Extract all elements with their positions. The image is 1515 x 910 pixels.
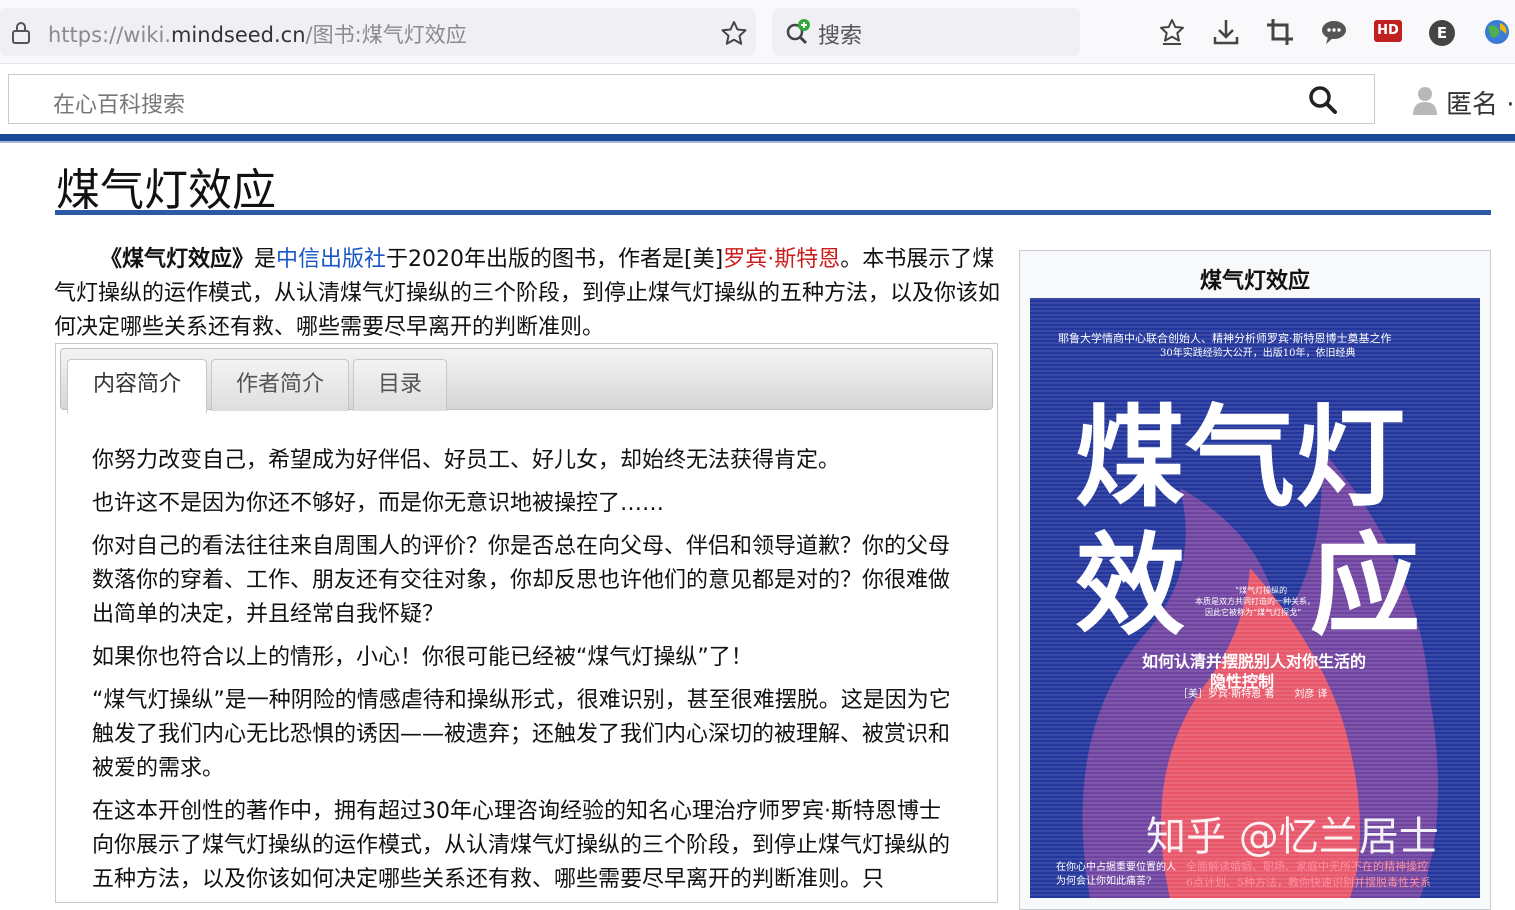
crop-icon[interactable] [1265, 17, 1295, 47]
browser-search-field[interactable]: 搜索 [772, 8, 1080, 56]
title-underline [55, 210, 1491, 215]
cover-bottom-right-1: 全面解读婚姻、职场、家庭中无所不在的精神操控 [1186, 860, 1428, 873]
wiki-search-box[interactable]: 在心百科搜索 [8, 74, 1375, 124]
globe-icon[interactable] [1482, 17, 1512, 47]
tab-content-summary[interactable]: 内容简介 [67, 359, 207, 413]
header-divider [0, 134, 1515, 141]
book-cover-image[interactable]: 耶鲁大学情商中心联合创始人、精神分析师罗宾·斯特恩博士奠基之作 30年实践经验大… [1030, 298, 1480, 898]
url-text[interactable]: https://wiki.mindseed.cn/图书:煤气灯效应 [48, 19, 467, 49]
search-icon[interactable] [1308, 85, 1338, 115]
page-title: 煤气灯效应 [56, 165, 276, 216]
cover-tagline-2: 30年实践经验大公开，出版10年，依旧经典 [1160, 348, 1356, 359]
url-domain: mindseed.cn [170, 23, 306, 47]
tab-strip: 内容简介 作者简介 目录 [60, 348, 993, 413]
intro-paragraph: 《煤气灯效应》是中信出版社于2020年出版的图书，作者是[美]罗宾·斯特恩。本书… [54, 243, 1000, 345]
book-title: 《煤气灯效应》 [100, 247, 255, 272]
extension-e-icon[interactable]: E [1429, 20, 1455, 46]
bookmark-star-icon[interactable] [720, 20, 748, 46]
tab-author-intro[interactable]: 作者简介 [211, 359, 349, 411]
cover-bottom-left-2: 为何会让你如此痛苦? [1056, 876, 1152, 887]
cover-big-title-2b: 应 [1310, 521, 1420, 650]
user-icon [1413, 87, 1437, 115]
content-paragraph: 你对自己的看法往往来自周围人的评价？你是否总在向父母、伴侣和领导道歉？你的父母数… [92, 534, 951, 627]
cover-watermark: 知乎 @忆兰居士 [1146, 814, 1439, 860]
cover-bottom-right-2: 6点计划、5种方法，教你快速识别并摆脱毒性关系 [1186, 876, 1431, 889]
wiki-search-input[interactable]: 在心百科搜索 [53, 87, 185, 119]
intro-text-1: 是 [254, 247, 277, 272]
author-link[interactable]: 罗宾·斯特恩 [723, 247, 840, 272]
chat-icon[interactable] [1319, 17, 1349, 47]
cover-big-title-2a: 效 [1075, 521, 1185, 650]
e-label: E [1436, 24, 1448, 42]
hd-icon[interactable]: HD [1374, 20, 1402, 42]
content-paragraph: “煤气灯操纵”是一种阴险的情感虐待和操纵形式，很难识别，甚至很难摆脱。这是因为它… [92, 688, 951, 781]
tab-content: 你努力改变自己，希望成为好伴侣、好员工、好儿女，却始终无法获得肯定。 也许这不是… [92, 444, 962, 906]
content-paragraph: 在这本开创性的著作中，拥有超过30年心理咨询经验的知名心理治疗师罗宾·斯特恩博士… [92, 799, 951, 892]
header-divider-shadow [0, 141, 1515, 143]
intro-text-2: 于2020年出版的图书，作者是[美] [386, 247, 724, 272]
hd-label: HD [1377, 23, 1399, 38]
cover-bottom-left-1: 在你心中占据重要位置的人 [1056, 862, 1176, 873]
browser-search-placeholder: 搜索 [818, 24, 863, 49]
content-paragraph: 也许这不是因为你还不够好，而是你无意识地被操控了…… [92, 491, 665, 516]
search-engine-icon [786, 19, 810, 45]
cover-quote-1: “煤气灯操纵的 [1235, 586, 1288, 595]
download-icon[interactable] [1211, 17, 1241, 47]
cover-big-title-1: 煤气灯 [1075, 393, 1405, 522]
content-paragraph: 如果你也符合以上的情形，小心！你很可能已经被“煤气灯操纵”了！ [92, 645, 753, 670]
user-label: 匿名 · [1446, 90, 1515, 120]
url-path: /图书:煤气灯效应 [305, 23, 467, 47]
publisher-link[interactable]: 中信出版社 [276, 247, 386, 272]
content-paragraph: 你努力改变自己，希望成为好伴侣、好员工、好儿女，却始终无法获得肯定。 [92, 448, 841, 473]
infobox: 煤气灯效应 耶鲁大学情商中心联合创始人、精神分析师罗宾·斯特恩博士奠基之作 30… [1019, 250, 1491, 910]
browser-toolbar: https://wiki.mindseed.cn/图书:煤气灯效应 搜索 HD … [0, 0, 1515, 64]
cover-quote-3: 因此它被称为“煤气灯探戈” [1205, 608, 1302, 617]
infobox-title: 煤气灯效应 [1199, 269, 1310, 294]
tab-panel: 内容简介 作者简介 目录 你努力改变自己，希望成为好伴侣、好员工、好儿女，却始终… [55, 343, 998, 903]
address-bar[interactable]: https://wiki.mindseed.cn/图书:煤气灯效应 [0, 8, 756, 56]
favorites-icon[interactable] [1157, 17, 1187, 47]
cover-byline: ［美］罗宾·斯特恩 著 刘彦 译 [1178, 689, 1328, 700]
url-prefix: https://wiki. [48, 23, 171, 47]
lock-icon [12, 22, 30, 44]
cover-quote-2: 本质是双方共同打造的一种关系， [1195, 597, 1315, 606]
tab-table-of-contents[interactable]: 目录 [353, 359, 447, 411]
